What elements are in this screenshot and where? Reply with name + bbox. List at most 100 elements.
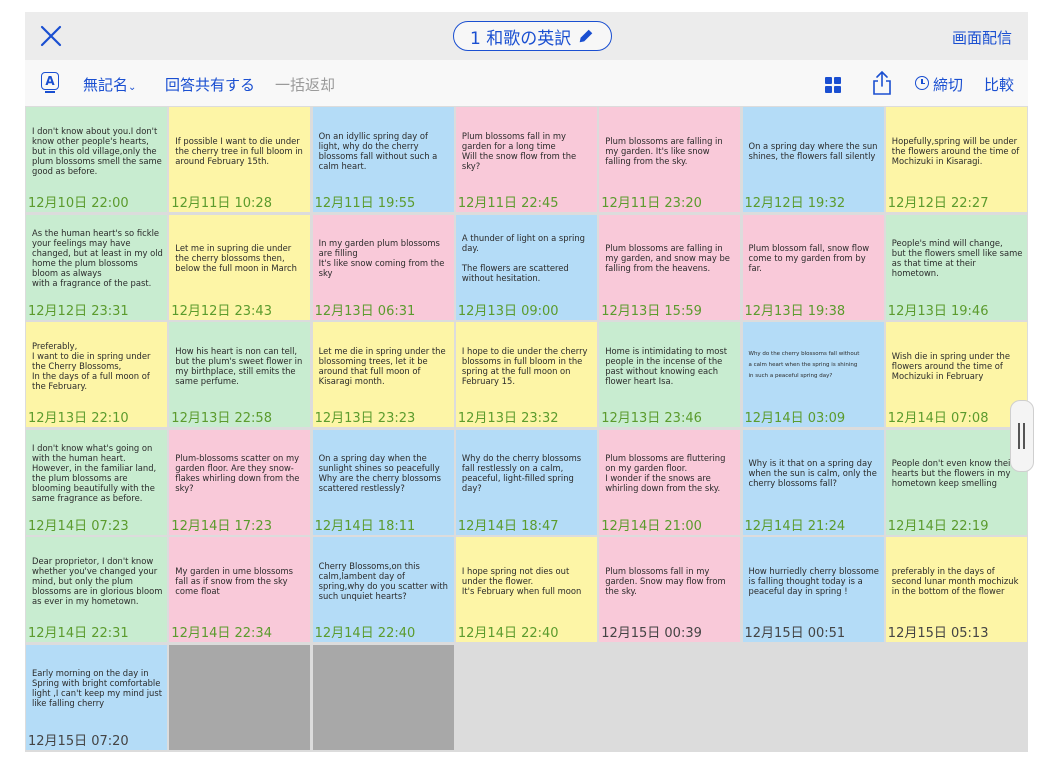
answer-card[interactable]: On an idyllic spring day of light, why d… bbox=[312, 107, 454, 212]
answer-card[interactable]: In my garden plum blossoms are filling I… bbox=[312, 214, 454, 320]
answer-card[interactable]: Why is it that on a spring day when the … bbox=[742, 429, 884, 535]
answer-card[interactable]: Why do the cherry blossoms fall restless… bbox=[455, 429, 597, 535]
answer-card[interactable]: I hope spring not dies out under the flo… bbox=[455, 537, 597, 642]
answer-text: I don't know what's going on with the hu… bbox=[32, 443, 157, 503]
side-panel-handle[interactable] bbox=[1010, 400, 1034, 472]
chevron-down-icon: ⌄ bbox=[128, 82, 137, 93]
answer-text: Plum blossoms fall in my garden for a lo… bbox=[461, 130, 577, 171]
answer-card[interactable]: Let me in supring die under the cherry b… bbox=[169, 214, 311, 320]
answer-text: On a spring day where the sun shines, th… bbox=[748, 140, 878, 161]
answer-timestamp: 12月14日 17:23 bbox=[171, 518, 272, 534]
answer-timestamp: 12月12日 23:43 bbox=[171, 303, 272, 319]
answer-timestamp: 12月13日 23:46 bbox=[601, 411, 702, 426]
assignment-title-button[interactable]: 1 和歌の英訳 bbox=[453, 21, 613, 51]
answer-timestamp: 12月13日 09:00 bbox=[457, 303, 559, 319]
answer-timestamp: 12月13日 06:31 bbox=[314, 303, 416, 319]
answer-card[interactable]: How hurriedly cherry blossome is falling… bbox=[742, 537, 884, 642]
answer-timestamp: 12月11日 10:28 bbox=[171, 196, 272, 211]
answer-text: I hope to die under the cherry blossoms … bbox=[461, 345, 588, 386]
answer-card[interactable]: Let me die in spring under the blossomin… bbox=[312, 322, 454, 427]
answer-card[interactable]: Preferably, I want to die in spring unde… bbox=[26, 322, 167, 427]
answer-text: How hurriedly cherry blossome is falling… bbox=[748, 565, 879, 596]
answer-timestamp: 12月13日 22:58 bbox=[171, 411, 272, 426]
answer-text: My garden in ume blossoms fall as if sno… bbox=[175, 565, 294, 596]
answer-text: Plum blossoms are fluttering on my garde… bbox=[605, 453, 726, 493]
answer-text: Plum blossoms are falling in my garden. … bbox=[605, 135, 723, 166]
compare-button[interactable]: 比較 bbox=[984, 74, 1014, 95]
answer-timestamp: 12月11日 19:55 bbox=[314, 196, 416, 211]
answer-text: Hopefully,spring will be under the flowe… bbox=[891, 135, 1020, 166]
answer-text: preferably in the days of second lunar m… bbox=[891, 565, 1019, 596]
deadline-button[interactable]: 締切 bbox=[933, 74, 963, 95]
close-icon[interactable] bbox=[39, 24, 63, 48]
top-bar: 1 和歌の英訳 画面配信 bbox=[25, 12, 1028, 60]
answer-timestamp: 12月14日 22:40 bbox=[314, 626, 416, 641]
answer-card[interactable]: Plum blossoms are falling in my garden. … bbox=[599, 107, 741, 212]
answer-timestamp: 12月13日 23:23 bbox=[314, 411, 416, 426]
answer-card[interactable]: Plum blossoms are fluttering on my garde… bbox=[599, 429, 741, 535]
answer-card[interactable]: Plum blossoms fall in my garden for a lo… bbox=[455, 107, 597, 212]
answer-card[interactable]: I don't know what's going on with the hu… bbox=[26, 429, 167, 535]
answer-timestamp: 12月14日 21:24 bbox=[744, 518, 846, 534]
answer-text: Early morning on the day in Spring with … bbox=[32, 668, 162, 708]
empty-card[interactable] bbox=[312, 644, 454, 750]
answer-card[interactable]: Plum-blossoms scatter on my garden floor… bbox=[169, 429, 311, 535]
answer-card[interactable]: Dear proprietor, I don't know whether yo… bbox=[26, 537, 167, 642]
answer-card[interactable]: Hopefully,spring will be under the flowe… bbox=[885, 107, 1027, 212]
answer-card[interactable]: Cherry Blossoms,on this calm,lambent day… bbox=[312, 537, 454, 642]
grid-view-icon[interactable] bbox=[825, 77, 841, 93]
answer-card[interactable]: On a spring day where the sun shines, th… bbox=[742, 107, 884, 212]
answer-text: Dear proprietor, I don't know whether yo… bbox=[32, 555, 163, 606]
answer-card[interactable]: People don't even know their hearts but … bbox=[885, 429, 1027, 535]
answer-card[interactable]: On a spring day when the sunlight shines… bbox=[312, 429, 454, 535]
answer-timestamp: 12月13日 19:38 bbox=[744, 303, 846, 319]
answer-timestamp: 12月14日 03:09 bbox=[744, 411, 846, 426]
answer-text: If possible I want to die under the cher… bbox=[175, 135, 303, 166]
answer-card[interactable]: My garden in ume blossoms fall as if sno… bbox=[169, 537, 311, 642]
answer-card[interactable]: Why do the cherry blossoms fall without … bbox=[742, 322, 884, 427]
answer-card[interactable]: Wish die in spring under the flowers aro… bbox=[885, 322, 1027, 427]
answer-text: People's mind will change, but the flowe… bbox=[891, 238, 1023, 278]
empty-card bbox=[455, 644, 597, 750]
answer-text: Plum blossom fall, snow flow come to my … bbox=[748, 243, 870, 273]
answer-card[interactable]: If possible I want to die under the cher… bbox=[169, 107, 311, 212]
anonymous-dropdown[interactable]: 無記名⌄ bbox=[83, 74, 136, 95]
bulk-return-button[interactable]: 一括返却 bbox=[275, 74, 335, 95]
answer-timestamp: 12月13日 19:46 bbox=[887, 303, 989, 319]
answer-card[interactable]: preferably in the days of second lunar m… bbox=[885, 537, 1027, 642]
answer-card[interactable]: Plum blossoms are falling in my garden, … bbox=[599, 214, 741, 320]
font-size-icon[interactable]: A bbox=[41, 72, 59, 93]
answer-card[interactable]: People's mind will change, but the flowe… bbox=[885, 214, 1027, 320]
answer-card[interactable]: I don't know about you.I don't know othe… bbox=[26, 107, 167, 212]
answer-timestamp: 12月15日 07:20 bbox=[28, 733, 129, 749]
screen-broadcast-button[interactable]: 画面配信 bbox=[952, 27, 1012, 48]
answer-text: On an idyllic spring day of light, why d… bbox=[318, 130, 438, 171]
answer-text: I hope spring not dies out under the flo… bbox=[461, 565, 582, 596]
answer-text: Let me die in spring under the blossomin… bbox=[318, 345, 446, 386]
toolbar: A 無記名⌄ 回答共有する 一括返却 締切 比較 bbox=[25, 60, 1028, 106]
empty-card[interactable] bbox=[169, 644, 311, 750]
answer-card[interactable]: How his heart is non can tell, but the p… bbox=[169, 322, 311, 427]
answer-text: Why is it that on a spring day when the … bbox=[748, 458, 877, 488]
answer-timestamp: 12月15日 00:39 bbox=[601, 626, 702, 641]
clock-icon bbox=[915, 76, 929, 90]
answer-card[interactable]: Plum blossoms fall in my garden. Snow ma… bbox=[599, 537, 741, 642]
share-answers-button[interactable]: 回答共有する bbox=[165, 74, 255, 95]
answer-text: A thunder of light on a spring day. The … bbox=[461, 233, 585, 283]
answer-card[interactable]: As the human heart's so fickle your feel… bbox=[26, 214, 167, 320]
answer-text: Let me in supring die under the cherry b… bbox=[175, 243, 297, 273]
answer-timestamp: 12月14日 07:08 bbox=[887, 411, 989, 426]
answer-text: I don't know about you.I don't know othe… bbox=[32, 125, 162, 176]
answer-card[interactable]: Plum blossom fall, snow flow come to my … bbox=[742, 214, 884, 320]
pencil-icon bbox=[579, 29, 593, 43]
answer-card[interactable]: Home is intimidating to most people in t… bbox=[599, 322, 741, 427]
answer-timestamp: 12月14日 18:11 bbox=[314, 518, 416, 534]
answer-card[interactable]: I hope to die under the cherry blossoms … bbox=[455, 322, 597, 427]
answer-timestamp: 12月12日 19:32 bbox=[744, 196, 846, 211]
answer-timestamp: 12月12日 22:27 bbox=[887, 196, 989, 211]
answer-timestamp: 12月11日 23:20 bbox=[601, 196, 702, 211]
answer-card[interactable]: A thunder of light on a spring day. The … bbox=[455, 214, 597, 320]
share-icon[interactable] bbox=[871, 70, 893, 96]
answer-timestamp: 12月14日 22:34 bbox=[171, 626, 272, 641]
answer-card[interactable]: Early morning on the day in Spring with … bbox=[26, 644, 167, 750]
